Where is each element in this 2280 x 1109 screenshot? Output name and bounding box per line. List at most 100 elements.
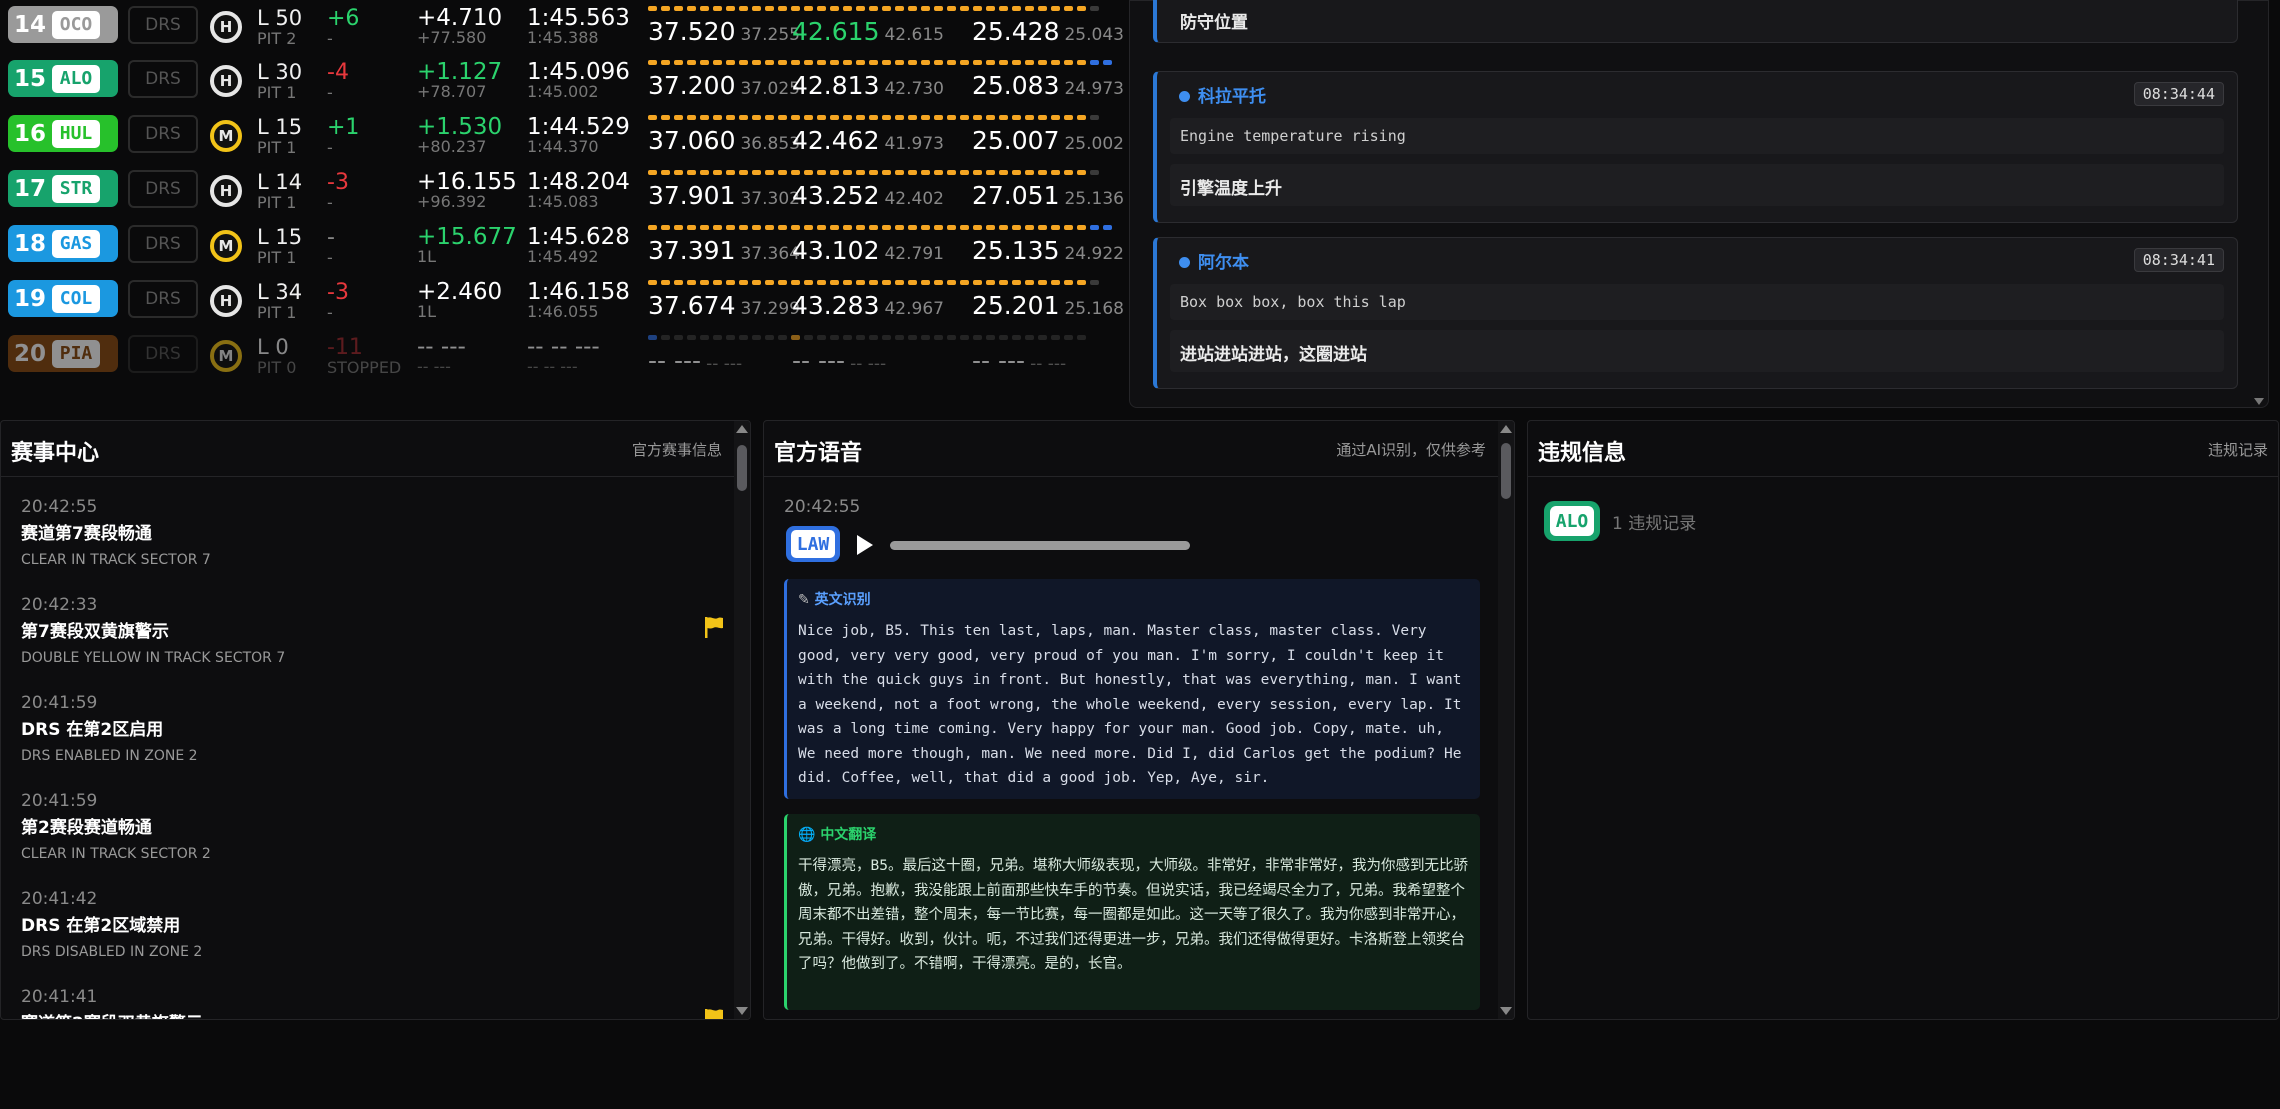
mini-sector bbox=[882, 335, 891, 340]
lap-count: L 50 bbox=[257, 6, 303, 30]
scrollbar-thumb[interactable] bbox=[1501, 443, 1511, 499]
best-lap-time: 1:45.388 bbox=[527, 28, 599, 47]
mini-sector bbox=[778, 280, 787, 285]
timing-row[interactable]: 18 GAS DRS M L 15 PIT 1 - - +15.677 1L 1… bbox=[0, 220, 1124, 275]
position-number: 18 bbox=[13, 230, 46, 257]
mini-sector bbox=[895, 6, 904, 11]
mini-sector bbox=[1077, 115, 1086, 120]
scroll-up-arrow-icon[interactable] bbox=[736, 425, 748, 433]
mini-sector bbox=[947, 60, 956, 65]
timing-row[interactable]: 20 PIA DRS M L 0 PIT 0 -11 STOPPED -- --… bbox=[0, 330, 1118, 385]
mini-sector bbox=[687, 335, 696, 340]
timing-row[interactable]: 14 OCO DRS H L 50 PIT 2 +6 - +4.710 +77.… bbox=[0, 1, 1124, 56]
mini-sector bbox=[778, 115, 787, 120]
tyre-icon: H bbox=[210, 175, 242, 207]
live-dot-icon bbox=[1179, 257, 1190, 268]
mini-sector bbox=[1077, 280, 1086, 285]
timing-row[interactable]: 19 COL DRS H L 34 PIT 1 -3 - +2.460 1L 1… bbox=[0, 275, 1124, 330]
mini-sector bbox=[843, 60, 852, 65]
race-control-event[interactable]: 20:41:59 第2赛段赛道畅通 CLEAR IN TRACK SECTOR … bbox=[21, 791, 710, 862]
mini-sector bbox=[739, 335, 748, 340]
violation-driver-badge[interactable]: ALO bbox=[1544, 501, 1600, 541]
mini-sector bbox=[986, 335, 995, 340]
mini-sector bbox=[960, 225, 969, 230]
live-dot-icon bbox=[1179, 91, 1190, 102]
scroll-down-arrow-icon[interactable] bbox=[736, 1007, 748, 1015]
mini-sector bbox=[674, 280, 683, 285]
drs-indicator: DRS bbox=[128, 170, 198, 208]
mini-sector bbox=[986, 280, 995, 285]
mini-sector bbox=[856, 335, 865, 340]
mini-sector bbox=[908, 335, 917, 340]
position-change: -4 bbox=[327, 60, 349, 85]
mini-sector bbox=[1012, 280, 1021, 285]
mini-sector bbox=[856, 225, 865, 230]
sector-1: 37.674 37.299 bbox=[648, 291, 800, 320]
tyre-icon: H bbox=[210, 65, 242, 97]
mini-sector bbox=[700, 60, 709, 65]
mini-sector bbox=[713, 170, 722, 175]
race-control-panel: 赛事中心 官方赛事信息 20:42:55 赛道第7赛段畅通 CLEAR IN T… bbox=[0, 420, 751, 1020]
panel-title: 赛事中心 bbox=[11, 441, 100, 466]
mini-sector bbox=[999, 225, 1008, 230]
timing-row[interactable]: 15 ALO DRS H L 30 PIT 1 -4 - +1.127 +78.… bbox=[0, 55, 1124, 110]
mini-sector bbox=[986, 170, 995, 175]
team-radio-feed[interactable]: 防守位置 科拉平托 08:34:44 Engine temperature ri… bbox=[1129, 0, 2269, 408]
pit-count: PIT 1 bbox=[257, 303, 297, 322]
mini-sector bbox=[804, 170, 813, 175]
mini-sector bbox=[713, 280, 722, 285]
sector-2: 43.102 42.791 bbox=[792, 236, 944, 265]
mini-sector bbox=[882, 170, 891, 175]
scroll-down-arrow-icon[interactable] bbox=[1500, 1007, 1512, 1015]
mini-sector bbox=[739, 280, 748, 285]
status-text: - bbox=[327, 83, 333, 102]
timing-row[interactable]: 17 STR DRS H L 14 PIT 1 -3 - +16.155 +96… bbox=[0, 165, 1124, 220]
scrollbar[interactable] bbox=[734, 421, 750, 1019]
scrollbar-thumb[interactable] bbox=[737, 445, 747, 491]
mini-sector bbox=[1012, 170, 1021, 175]
mini-sector bbox=[674, 225, 683, 230]
position-change: -3 bbox=[327, 170, 349, 195]
drs-indicator: DRS bbox=[128, 225, 198, 263]
mini-sector bbox=[960, 115, 969, 120]
mini-sector bbox=[739, 170, 748, 175]
scroll-up-arrow-icon[interactable] bbox=[1500, 425, 1512, 433]
audio-progress-bar[interactable] bbox=[890, 541, 1190, 550]
status-text: - bbox=[327, 248, 333, 267]
mini-sector bbox=[934, 225, 943, 230]
sector-3: 25.083 24.973 bbox=[972, 71, 1124, 100]
radio-card[interactable]: 科拉平托 08:34:44 Engine temperature rising … bbox=[1153, 71, 2238, 223]
mini-sector bbox=[726, 335, 735, 340]
panel-subtitle: 官方赛事信息 bbox=[631, 441, 722, 459]
play-icon[interactable] bbox=[857, 535, 873, 555]
race-control-event[interactable]: 20:41:41 赛道第2赛段双黄旗警示 bbox=[21, 987, 723, 1019]
english-text: Nice job, B5. This ten last, laps, man. … bbox=[798, 623, 1462, 786]
mini-sector bbox=[830, 335, 839, 340]
event-time: 20:41:59 bbox=[21, 791, 98, 811]
mini-sector bbox=[648, 60, 657, 65]
best-lap-time: 1:45.002 bbox=[527, 82, 599, 101]
race-control-event[interactable]: 20:41:59 DRS 在第2区启用 DRS ENABLED IN ZONE … bbox=[21, 693, 710, 764]
mini-sector bbox=[687, 225, 696, 230]
mini-sector bbox=[882, 225, 891, 230]
scroll-down-arrow-icon[interactable] bbox=[2254, 398, 2264, 405]
radio-card[interactable]: 阿尔本 08:34:41 Box box box, box this lap 进… bbox=[1153, 237, 2238, 389]
race-control-event[interactable]: 20:42:33 第7赛段双黄旗警示 DOUBLE YELLOW IN TRAC… bbox=[21, 595, 723, 666]
best-lap-time: 1:45.083 bbox=[527, 192, 599, 211]
yellow-flag-icon bbox=[705, 617, 723, 638]
mini-sector bbox=[791, 280, 800, 285]
mini-sector bbox=[947, 335, 956, 340]
sector-2: -- --- -- --- bbox=[792, 346, 887, 375]
mini-sector bbox=[1051, 6, 1060, 11]
driver-code: ALO bbox=[1550, 506, 1594, 536]
timing-row[interactable]: 16 HUL DRS M L 15 PIT 1 +1 - +1.530 +80.… bbox=[0, 110, 1124, 165]
mini-sector bbox=[1090, 6, 1099, 11]
mini-sector bbox=[804, 335, 813, 340]
scrollbar[interactable] bbox=[1498, 421, 1514, 1019]
position-badge: 15 ALO bbox=[8, 60, 118, 97]
mini-sector bbox=[1064, 60, 1073, 65]
race-control-event[interactable]: 20:42:55 赛道第7赛段畅通 CLEAR IN TRACK SECTOR … bbox=[21, 497, 710, 568]
mini-sector bbox=[661, 6, 670, 11]
mini-sector bbox=[752, 280, 761, 285]
race-control-event[interactable]: 20:41:42 DRS 在第2区域禁用 DRS DISABLED IN ZON… bbox=[21, 889, 710, 960]
